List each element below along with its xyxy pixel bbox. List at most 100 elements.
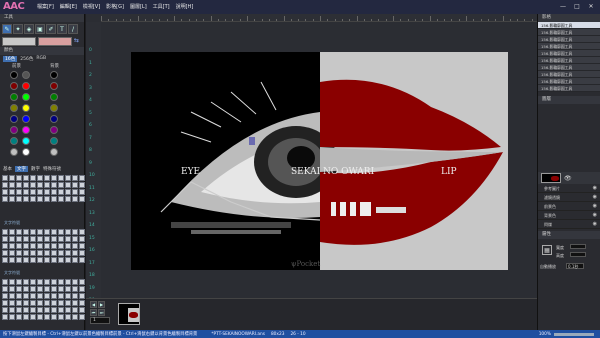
char-cell[interactable] — [44, 314, 50, 320]
char-cell[interactable] — [65, 293, 71, 299]
char-cell[interactable] — [79, 175, 85, 181]
tab-16[interactable]: 16色 — [3, 56, 18, 62]
char-cell[interactable] — [30, 175, 36, 181]
char-cell[interactable] — [16, 257, 22, 263]
char-cell[interactable] — [2, 236, 8, 242]
char-cell[interactable] — [72, 257, 78, 263]
char-cell[interactable] — [44, 236, 50, 242]
char-cell[interactable] — [44, 279, 50, 285]
frame-list-item[interactable]: 156.影輪廓圖工具 — [538, 22, 600, 29]
char-cell[interactable] — [16, 243, 22, 249]
tab-rgb[interactable]: RGB — [36, 56, 46, 62]
char-cell[interactable] — [51, 257, 57, 263]
eye-toggle-icon[interactable]: 👁 — [564, 175, 572, 182]
char-cell[interactable] — [44, 307, 50, 313]
char-cell[interactable] — [2, 243, 8, 249]
color-swatch[interactable] — [22, 115, 30, 123]
char-cell[interactable] — [9, 182, 15, 188]
menu-item-5[interactable]: 工具[T] — [150, 0, 173, 14]
char-cell[interactable] — [51, 314, 57, 320]
char-cell[interactable] — [30, 229, 36, 235]
eyedropper-tool-icon[interactable]: ✐ — [46, 24, 56, 34]
char-cell[interactable] — [51, 279, 57, 285]
color-swatch[interactable] — [50, 137, 58, 145]
menu-item-0[interactable]: 檔案[F] — [34, 0, 57, 14]
char-cell[interactable] — [65, 300, 71, 306]
prop-row[interactable]: 背景色 ◉ — [538, 211, 600, 220]
frame-list-item[interactable]: 156.影輪廓圖工具 — [538, 71, 600, 78]
char-cell[interactable] — [72, 182, 78, 188]
char-cell[interactable] — [30, 286, 36, 292]
char-cell[interactable] — [37, 293, 43, 299]
char-cell[interactable] — [23, 175, 29, 181]
color-swatch[interactable] — [22, 71, 30, 79]
pen-tool-icon[interactable]: ✎ — [2, 24, 12, 34]
frame-list-item[interactable]: 156.影輪廓圖工具 — [538, 64, 600, 71]
char-cell[interactable] — [51, 229, 57, 235]
char-cell[interactable] — [30, 300, 36, 306]
first-frame-icon[interactable]: ⏮ — [90, 309, 97, 316]
color-swatch[interactable] — [50, 126, 58, 134]
char-cell[interactable] — [2, 257, 8, 263]
frame-list-item[interactable]: 156.影輪廓圖工具 — [538, 78, 600, 85]
char-cell[interactable] — [58, 307, 64, 313]
char-cell[interactable] — [2, 250, 8, 256]
char-cell[interactable] — [79, 279, 85, 285]
tab-text[interactable]: 文字 — [15, 166, 28, 172]
char-cell[interactable] — [51, 182, 57, 188]
char-cell[interactable] — [30, 243, 36, 249]
char-cell[interactable] — [72, 293, 78, 299]
frame-list-item[interactable]: 156.影輪廓圖工具 — [538, 43, 600, 50]
minimize-button[interactable]: — — [556, 0, 570, 14]
char-cell[interactable] — [9, 257, 15, 263]
char-cell[interactable] — [51, 243, 57, 249]
char-cell[interactable] — [51, 307, 57, 313]
char-cell[interactable] — [9, 286, 15, 292]
color-swatch[interactable] — [22, 126, 30, 134]
char-cell[interactable] — [72, 196, 78, 202]
char-cell[interactable] — [16, 236, 22, 242]
char-cell[interactable] — [58, 196, 64, 202]
char-cell[interactable] — [51, 293, 57, 299]
char-cell[interactable] — [72, 236, 78, 242]
char-cell[interactable] — [79, 307, 85, 313]
char-cell[interactable] — [2, 182, 8, 188]
char-cell[interactable] — [44, 175, 50, 181]
char-cell[interactable] — [58, 243, 64, 249]
char-cell[interactable] — [16, 307, 22, 313]
char-cell[interactable] — [79, 229, 85, 235]
color-swatch[interactable] — [22, 82, 30, 90]
char-cell[interactable] — [16, 229, 22, 235]
width-input[interactable] — [570, 244, 586, 249]
char-cell[interactable] — [9, 250, 15, 256]
char-cell[interactable] — [37, 175, 43, 181]
char-cell[interactable] — [65, 279, 71, 285]
char-cell[interactable] — [72, 229, 78, 235]
color-swatch[interactable] — [10, 82, 18, 90]
char-cell[interactable] — [2, 279, 8, 285]
char-cell[interactable] — [30, 307, 36, 313]
char-cell[interactable] — [23, 250, 29, 256]
char-cell[interactable] — [23, 189, 29, 195]
char-cell[interactable] — [9, 236, 15, 242]
char-cell[interactable] — [72, 286, 78, 292]
color-swatch[interactable] — [50, 148, 58, 156]
char-cell[interactable] — [23, 314, 29, 320]
swap-icon[interactable]: ⇆ — [74, 37, 82, 46]
char-cell[interactable] — [79, 236, 85, 242]
char-cell[interactable] — [58, 189, 64, 195]
char-cell[interactable] — [44, 250, 50, 256]
select-tool-icon[interactable]: ▣ — [35, 24, 45, 34]
color-swatch[interactable] — [10, 126, 18, 134]
char-cell[interactable] — [37, 229, 43, 235]
char-cell[interactable] — [30, 189, 36, 195]
char-cell[interactable] — [72, 307, 78, 313]
char-cell[interactable] — [51, 189, 57, 195]
char-cell[interactable] — [16, 286, 22, 292]
prop-row[interactable]: 濾鏡透鏡 ◉ — [538, 193, 600, 202]
height-input[interactable] — [570, 252, 586, 257]
char-cell[interactable] — [51, 196, 57, 202]
char-cell[interactable] — [2, 293, 8, 299]
color-swatch[interactable] — [50, 115, 58, 123]
frame-list-item[interactable]: 156.影輪廓圖工具 — [538, 50, 600, 57]
